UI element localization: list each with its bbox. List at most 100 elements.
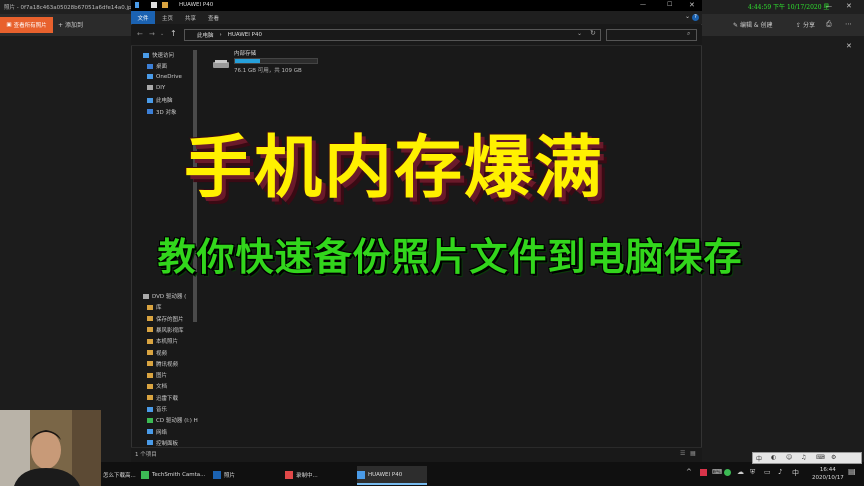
add-to-button[interactable]: + 添加到 [58,20,83,29]
nav-item[interactable]: 迅雷下载 [147,394,178,402]
share-label: 分享 [802,22,815,29]
address-dropdown-icon[interactable]: ⌄ [577,30,582,37]
nav-item[interactable]: CD 驱动器 (I:) H [147,416,198,424]
more-icon[interactable]: ⋯ [845,20,852,28]
recorder-icon [285,470,293,479]
view-all-photos-button[interactable]: ▣ 查看所有照片 [0,17,53,33]
folder-icon [147,361,153,367]
breadcrumb-root[interactable]: 此电脑 [197,31,214,39]
ime-mic-icon[interactable]: ♫ [801,454,806,461]
help-icon[interactable]: ? [692,14,699,21]
nav-item[interactable]: DVD 驱动器 ( [143,292,186,300]
task-item-photos[interactable]: 照片 [213,466,283,483]
details-view-icon[interactable]: ☰ [680,450,685,457]
wechat-icon[interactable] [724,469,731,476]
tab-view[interactable]: 查看 [208,14,219,22]
explorer-close-icon[interactable]: ✕ [689,1,695,9]
nav-item[interactable]: 此电脑 [147,96,173,104]
close-panel-icon[interactable]: ✕ [846,42,852,50]
search-input[interactable] [606,29,697,41]
ime-keyboard-icon[interactable]: ⌨ [816,454,825,461]
folder-icon [147,383,153,389]
notification-icon[interactable]: ▤ [848,467,856,476]
folder-icon [147,372,153,378]
photos-app-icon [213,470,221,479]
nav-item-label: 库 [156,305,162,312]
nav-item[interactable]: 视频 [147,349,167,357]
nav-item[interactable]: 文档 [147,382,167,390]
ribbon-expand-icon[interactable]: ⌄ [685,13,690,20]
nav-item[interactable]: 本机照片 [147,337,178,345]
recent-locations-icon[interactable]: ⌄ [160,31,164,37]
nav-item[interactable]: 音乐 [147,405,167,413]
properties-icon[interactable] [151,2,157,8]
nav-item-label: 网络 [156,429,168,436]
share-button[interactable]: ⇪ 分享 [796,20,815,29]
taskbar-clock[interactable]: 16:44 2020/10/17 [812,466,844,482]
refresh-icon[interactable]: ↻ [590,29,596,37]
task-item-explorer[interactable]: HUAWEI P40 [357,466,427,485]
quick-access-toolbar-icon[interactable] [135,2,139,8]
up-icon[interactable]: ↑ [170,29,177,38]
tab-share[interactable]: 共享 [185,14,196,22]
taskbar-date: 2020/10/17 [812,475,844,481]
nav-item[interactable]: 库 [147,303,162,311]
nav-item-label: 腾讯视频 [156,361,179,368]
nav-item[interactable]: OneDrive [147,74,182,80]
shield-icon[interactable]: ⛨ [750,468,755,477]
nav-item[interactable]: 桌面 [147,62,167,70]
taskbar-time: 16:44 [819,467,836,473]
folder-icon [147,85,153,91]
nav-item-label: 图片 [156,373,168,380]
folder-icon [147,440,153,446]
tray-overflow-icon[interactable]: ^ [686,468,692,476]
nav-item[interactable]: 网络 [147,428,167,436]
volume-icon[interactable]: ♪ [778,468,782,476]
status-bar [131,447,702,463]
forward-icon[interactable]: → [149,30,155,38]
tab-home[interactable]: 主页 [162,14,173,22]
keyboard-icon[interactable]: ⌨ [712,468,722,476]
nav-item-label: DVD 驱动器 ( [152,294,187,300]
breadcrumb-current[interactable]: HUAWEI P40 [228,32,262,38]
folder-icon [147,429,153,435]
ime-icon[interactable]: 中 [792,468,799,478]
task-item-browser[interactable]: 怎么下载高... [103,466,139,483]
folder-icon [143,293,149,299]
nav-item[interactable]: 暴风影视库 [147,326,184,334]
edit-create-button[interactable]: ✎ 编辑 & 创建 [733,20,772,29]
tray-app-icon[interactable] [700,469,707,476]
nav-item[interactable]: 保存的图片 [147,315,184,323]
nav-item-label: 快速访问 [152,53,175,59]
nav-item[interactable]: 快速访问 [143,51,174,59]
nav-item-label: 暴风影视库 [156,327,184,334]
tiles-view-icon[interactable]: ▦ [690,450,696,457]
drive-usage-bar [234,58,318,64]
explorer-maximize-icon[interactable]: ☐ [667,1,672,8]
explorer-minimize-icon[interactable]: — [640,1,646,8]
ime-punct-icon[interactable]: ◐ [771,454,776,461]
ime-toolbar[interactable]: 中 ◐ ☺ ♫ ⌨ ⚙ [752,452,862,464]
print-icon[interactable]: ⎙ [826,20,832,29]
minimize-icon[interactable]: — [826,3,832,10]
nav-item[interactable]: 腾讯视频 [147,360,178,368]
nav-item[interactable]: 控制面板 [147,439,178,447]
back-icon[interactable]: ← [137,30,143,38]
folder-icon [147,406,153,412]
close-icon[interactable]: ✕ [846,2,852,10]
tab-file[interactable]: 文件 [131,11,155,24]
ime-settings-icon[interactable]: ⚙ [831,454,836,461]
task-item-recording[interactable]: 录制中... [285,466,355,483]
task-item-camtasia[interactable]: TechSmith Camta... [141,466,211,483]
network-icon[interactable]: ▭ [764,468,771,476]
folder-icon [147,338,153,344]
nav-item[interactable]: 图片 [147,371,167,379]
new-folder-icon[interactable] [162,2,168,8]
nav-item[interactable]: DIY [147,85,165,91]
webcam-feed [0,410,101,486]
address-bar[interactable]: 此电脑 › HUAWEI P40 [184,29,601,41]
ime-lang-icon[interactable]: 中 [756,454,762,463]
cloud-icon[interactable]: ☁ [737,468,744,476]
drive-name[interactable]: 内部存储 [234,49,256,57]
ime-emoji-icon[interactable]: ☺ [786,454,792,461]
